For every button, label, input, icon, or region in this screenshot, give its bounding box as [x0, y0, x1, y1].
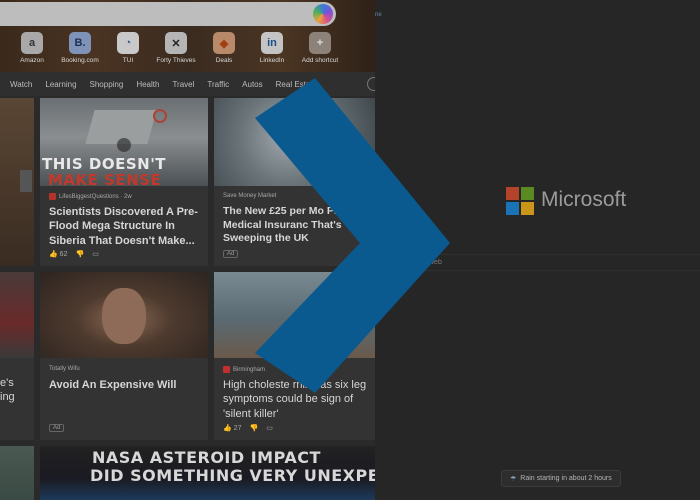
- comment-icon[interactable]: ▭: [266, 424, 273, 432]
- portrait-face: [102, 288, 146, 344]
- title-line: e's: [0, 377, 14, 389]
- card-title: e's ing: [0, 376, 28, 405]
- video-overlay-text: DID SOMETHING VERY UNEXPECTED: [90, 466, 375, 485]
- dislike-icon[interactable]: 👎: [75, 250, 84, 258]
- shortcut-amazon[interactable]: a Amazon: [8, 32, 56, 64]
- logo-square-yellow: [521, 202, 534, 215]
- shortcut-label: Booking.com: [61, 57, 99, 64]
- category-health[interactable]: Health: [136, 80, 159, 89]
- weather-text: Rain starting in about 2 hours: [520, 475, 612, 482]
- microsoft-logo-icon: [506, 187, 534, 215]
- card-source: Totally Wifu: [49, 366, 80, 372]
- ad-badge: Ad: [49, 424, 65, 432]
- shortcut-booking[interactable]: B. Booking.com: [56, 32, 104, 64]
- play-icon[interactable]: [117, 138, 131, 152]
- news-card[interactable]: NASA ASTEROID IMPACT DID SOMETHING VERY …: [40, 446, 375, 500]
- card-image: [0, 272, 34, 358]
- like-button[interactable]: 👍 62: [49, 250, 67, 258]
- chevron-right-icon: [255, 78, 450, 393]
- video-overlay-text: NASA ASTEROID IMPACT: [92, 448, 321, 467]
- shortcut-label: Amazon: [20, 57, 44, 64]
- shortcut-label: Forty Thieves: [156, 57, 196, 64]
- news-card-partial[interactable]: [0, 446, 34, 500]
- news-card[interactable]: Totally Wifu Avoid An Expensive Will Ad: [40, 272, 208, 440]
- linkedin-icon: in: [261, 32, 283, 54]
- card-title[interactable]: Avoid An Expensive Will: [49, 378, 202, 392]
- like-count: 27: [233, 425, 242, 432]
- source-logo-icon: [223, 366, 230, 373]
- dislike-icon[interactable]: 👎: [249, 424, 258, 432]
- like-button[interactable]: 👍 27: [223, 424, 241, 432]
- brand-name: Microsoft: [541, 188, 627, 211]
- shortcut-forty-thieves[interactable]: ✕ Forty Thieves: [152, 32, 200, 64]
- card-title[interactable]: Scientists Discovered A Pre-Flood Mega S…: [49, 205, 202, 248]
- copilot-icon[interactable]: [313, 4, 333, 24]
- card-image: [0, 446, 34, 500]
- add-shortcut-button[interactable]: + Add shortcut: [296, 32, 344, 64]
- weather-notification[interactable]: ☂ Rain starting in about 2 hours: [501, 470, 621, 487]
- ad-badge: Ad: [223, 250, 239, 258]
- source-logo-icon: [49, 193, 56, 200]
- title-line: ing: [0, 391, 15, 404]
- card-actions: 👍 62 👎 ▭: [49, 250, 99, 258]
- shortcut-label: Deals: [215, 57, 233, 64]
- category-traffic[interactable]: Traffic: [207, 80, 229, 89]
- news-card-partial[interactable]: e's ing: [0, 272, 34, 440]
- rain-cloud-icon: ☂: [510, 475, 517, 483]
- shortcut-label: TUI: [122, 57, 134, 64]
- category-shopping[interactable]: Shopping: [90, 80, 124, 89]
- card-image: [40, 272, 208, 358]
- video-overlay-text: MAKE SENSE: [48, 171, 162, 189]
- tui-icon: ◔: [117, 32, 139, 54]
- logo-square-red: [506, 187, 519, 200]
- source-text: LifesBiggestQuestions · 2w: [59, 194, 132, 201]
- crossed-swords-icon: ✕: [165, 32, 187, 54]
- comment-icon[interactable]: ▭: [92, 250, 99, 258]
- news-card[interactable]: THIS DOESN'T MAKE SENSE LifesBiggestQues…: [40, 98, 208, 266]
- shortcut-label: Add shortcut: [301, 57, 339, 64]
- card-actions: 👍 27 👎 ▭: [223, 424, 273, 432]
- circle-marker-icon: [153, 109, 167, 123]
- news-card-partial[interactable]: [0, 98, 34, 266]
- top-link[interactable]: ne: [375, 12, 382, 18]
- category-travel[interactable]: Travel: [172, 80, 194, 89]
- shortcuts-bar: a Amazon B. Booking.com ◔ TUI ✕ Forty Th…: [8, 32, 344, 64]
- carousel-prev-button[interactable]: [20, 170, 32, 192]
- booking-icon: B.: [69, 32, 91, 54]
- amazon-icon: a: [21, 32, 43, 54]
- category-learning[interactable]: Learning: [45, 80, 76, 89]
- plus-icon: +: [309, 32, 331, 54]
- card-source: LifesBiggestQuestions · 2w: [49, 193, 132, 200]
- shortcut-linkedin[interactable]: in LinkedIn: [248, 32, 296, 64]
- like-count: 62: [59, 251, 68, 258]
- category-watch[interactable]: Watch: [10, 80, 32, 89]
- search-input[interactable]: [0, 2, 336, 26]
- shortcut-deals[interactable]: ◆ Deals: [200, 32, 248, 64]
- shortcut-tui[interactable]: ◔ TUI: [104, 32, 152, 64]
- deals-icon: ◆: [213, 32, 235, 54]
- shortcut-label: LinkedIn: [259, 57, 285, 64]
- logo-square-green: [521, 187, 534, 200]
- logo-square-blue: [506, 202, 519, 215]
